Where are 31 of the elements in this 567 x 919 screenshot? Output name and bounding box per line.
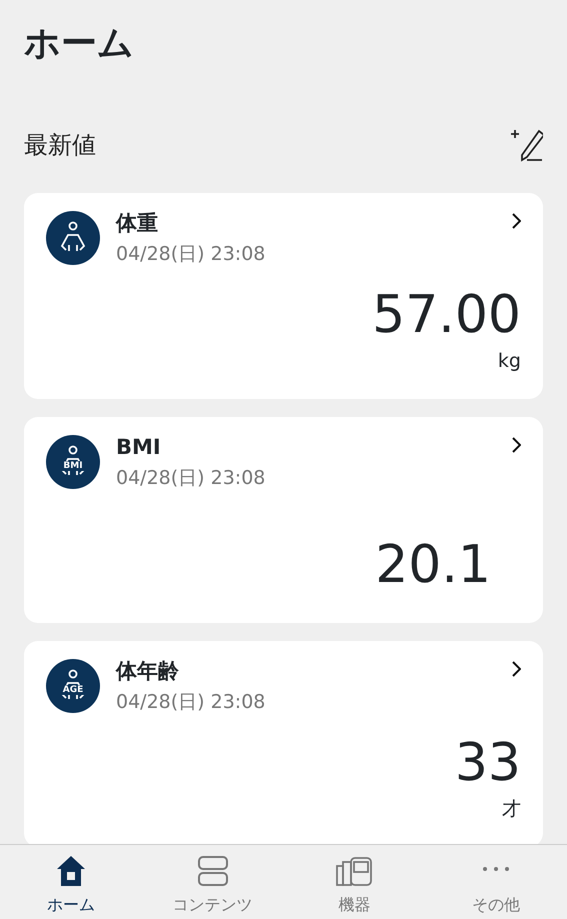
measurement-value: 33 bbox=[454, 736, 521, 789]
measurement-card[interactable]: AGE 体年齢 04/28(日) 23:08 33 才 bbox=[24, 641, 543, 844]
nav-tab[interactable]: 機器 bbox=[284, 845, 426, 919]
more-icon bbox=[481, 865, 512, 873]
home-icon bbox=[56, 855, 86, 887]
measurement-value: 20.1 bbox=[374, 538, 492, 591]
timestamp: 04/28(日) 23:08 bbox=[116, 242, 266, 268]
nav-tab[interactable]: その他 bbox=[425, 845, 567, 919]
nav-tab[interactable]: ホーム bbox=[0, 845, 142, 919]
body-figure-icon bbox=[46, 211, 100, 266]
unit-label: kg bbox=[496, 348, 521, 374]
stacked-rectangles-icon bbox=[196, 855, 229, 887]
page-title: ホーム bbox=[24, 22, 135, 66]
card-title: 体年齢 bbox=[116, 659, 180, 684]
measurement-card[interactable]: BMI BMI 04/28(日) 23:08 20.1 bbox=[24, 417, 543, 624]
chevron-right-icon bbox=[511, 661, 521, 678]
card-title: BMI bbox=[116, 435, 162, 460]
timestamp: 04/28(日) 23:08 bbox=[116, 466, 266, 492]
timestamp: 04/28(日) 23:08 bbox=[116, 690, 266, 716]
section-label: 最新値 bbox=[24, 130, 96, 162]
body-figure-icon: AGE bbox=[46, 659, 100, 714]
nav-tab[interactable]: コンテンツ bbox=[142, 845, 284, 919]
chevron-right-icon bbox=[511, 437, 521, 454]
card-title: 体重 bbox=[116, 211, 159, 236]
unit-label: 才 bbox=[501, 796, 521, 822]
add-edit-icon[interactable] bbox=[509, 128, 543, 162]
measurement-card[interactable]: 体重 04/28(日) 23:08 57.00 kg bbox=[24, 193, 543, 400]
chevron-right-icon bbox=[511, 213, 521, 230]
body-figure-icon: BMI bbox=[46, 435, 100, 490]
measurement-value: 57.00 bbox=[371, 288, 521, 341]
devices-icon bbox=[335, 857, 374, 887]
